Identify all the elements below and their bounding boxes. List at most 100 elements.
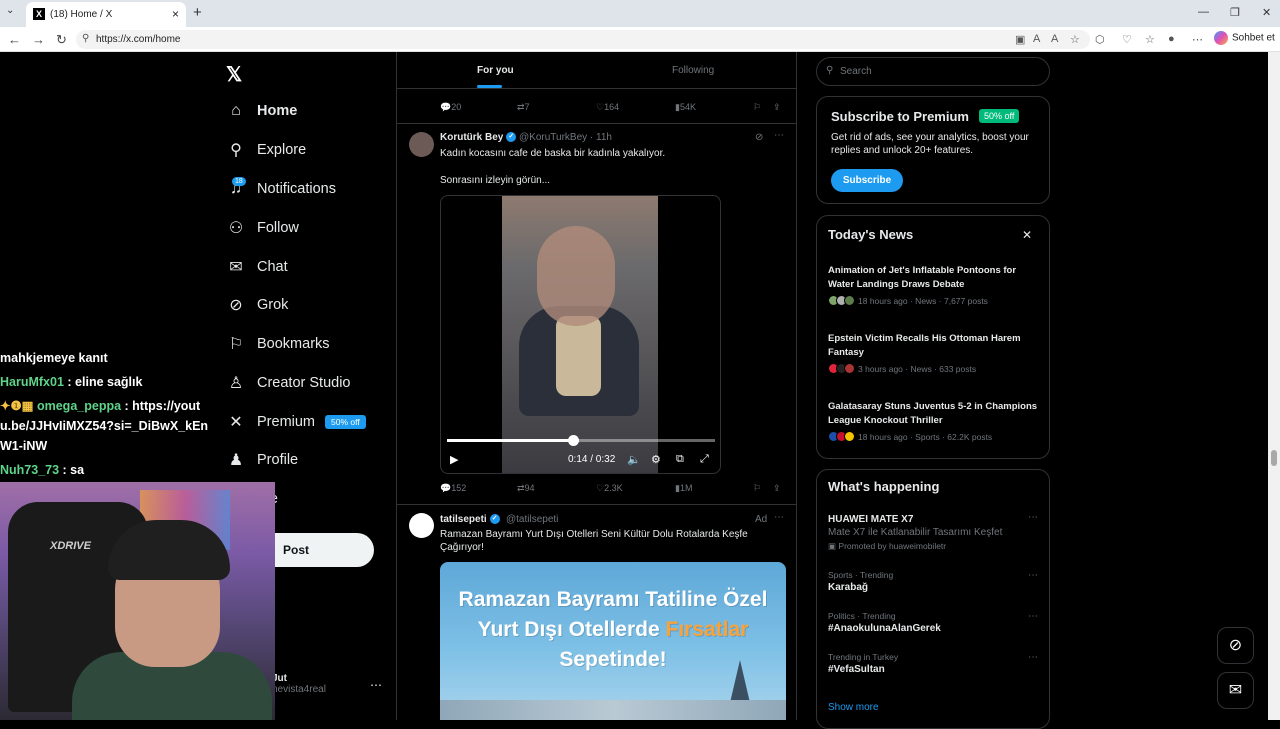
nav-premium[interactable]: ✕ Premium 50% off bbox=[225, 407, 366, 437]
news-item[interactable]: Animation of Jet's Inflatable Pontoons f… bbox=[828, 264, 1040, 306]
avatar[interactable] bbox=[409, 132, 434, 157]
favorites-icon[interactable]: ☆ bbox=[1145, 33, 1155, 46]
nav-follow[interactable]: ⚇ Follow bbox=[225, 213, 299, 243]
nav-explore[interactable]: ⚲ Explore bbox=[225, 135, 306, 165]
nav-chat[interactable]: ✉ Chat bbox=[225, 252, 287, 282]
search-input[interactable]: ⚲ Search bbox=[816, 57, 1050, 86]
like-button[interactable]: ♡ 2.3K bbox=[596, 483, 623, 494]
active-tab-indicator bbox=[477, 85, 502, 88]
show-more-link[interactable]: Show more bbox=[828, 702, 879, 713]
copilot-button[interactable]: Sohbet et bbox=[1214, 31, 1275, 45]
nav-home[interactable]: ⌂ Home bbox=[225, 96, 297, 126]
views-button[interactable]: ▮ 54K bbox=[675, 102, 696, 113]
account-switcher[interactable]: Jut nevista4real bbox=[272, 673, 326, 695]
news-item[interactable]: Epstein Victim Recalls His Ottoman Harem… bbox=[828, 332, 1040, 374]
minimize-icon[interactable]: — bbox=[1198, 6, 1209, 18]
account-more-icon[interactable]: ⋯ bbox=[370, 678, 382, 692]
views-count: 1M bbox=[679, 483, 693, 493]
video-scrub-handle[interactable] bbox=[567, 435, 579, 446]
more-icon[interactable]: ⋯ bbox=[774, 512, 784, 523]
news-meta: 18 hours ago · News · 7,677 posts bbox=[858, 295, 988, 306]
browser-tab[interactable]: X (18) Home / X × bbox=[26, 2, 186, 27]
bookmark-icon[interactable]: ⚐ bbox=[753, 102, 761, 113]
window-close-icon[interactable]: ✕ bbox=[1262, 6, 1271, 19]
tab-title: (18) Home / X bbox=[50, 9, 113, 20]
profile-avatar-icon[interactable]: ● bbox=[1168, 33, 1175, 45]
video-player[interactable]: ▶ 0:14 / 0:32 🔈 ⚙ ⧉ ⤢ bbox=[440, 195, 721, 474]
more-icon[interactable]: ⋯ bbox=[774, 130, 784, 141]
translate-icon[interactable]: A bbox=[1033, 33, 1040, 45]
news-item[interactable]: Galatasaray Stuns Juventus 5-2 in Champi… bbox=[828, 400, 1040, 442]
restore-icon[interactable]: ❐ bbox=[1230, 6, 1240, 19]
x-logo-icon[interactable]: 𝕏 bbox=[226, 62, 242, 87]
tweet-author[interactable]: tatilsepeti ✓ bbox=[440, 514, 500, 525]
share-icon[interactable]: ⇪ bbox=[773, 483, 781, 494]
trend-item[interactable]: Politics · Trending #AnaokulunaAlanGerek… bbox=[828, 611, 1040, 634]
more-icon[interactable]: ⋯ bbox=[1028, 652, 1038, 663]
ad-headline: Ramazan Bayramı Tatiline Özel bbox=[458, 588, 768, 611]
grok-icon[interactable]: ⊘ bbox=[755, 132, 763, 143]
settings-icon[interactable]: ⚙ bbox=[651, 453, 661, 466]
site-info-icon[interactable]: ⚲ bbox=[82, 33, 89, 44]
video-progress-bar[interactable] bbox=[447, 435, 715, 446]
subscribe-button[interactable]: Subscribe bbox=[831, 169, 903, 192]
picture-in-picture-icon[interactable]: ⧉ bbox=[676, 453, 684, 466]
more-icon[interactable]: ⋯ bbox=[1028, 512, 1038, 523]
nav-creator-studio[interactable]: ♙ Creator Studio bbox=[225, 368, 351, 398]
messages-fab-button[interactable]: ✉ bbox=[1217, 672, 1254, 709]
bookmark-icon[interactable]: ⚐ bbox=[753, 483, 761, 494]
tweet-handle[interactable]: @tatilsepeti bbox=[506, 514, 558, 525]
close-icon[interactable]: ✕ bbox=[1022, 228, 1032, 242]
trend-item[interactable]: HUAWEI MATE X7 Mate X7 ile Katlanabilir … bbox=[828, 512, 1040, 552]
grok-fab-button[interactable]: ⊘ bbox=[1217, 627, 1254, 664]
trend-item[interactable]: Sports · Trending Karabağ ⋯ bbox=[828, 570, 1040, 593]
repost-button[interactable]: ⇄ 7 bbox=[517, 102, 530, 113]
back-icon[interactable]: ← bbox=[8, 32, 21, 47]
post-button[interactable]: Post bbox=[275, 533, 374, 567]
volume-icon[interactable]: 🔈 bbox=[627, 453, 641, 466]
repost-button[interactable]: ⇄ 94 bbox=[517, 483, 535, 494]
scrollbar-thumb[interactable] bbox=[1271, 450, 1277, 466]
video-progress-fill bbox=[447, 439, 573, 442]
tweet-handle[interactable]: @KoruTurkBey · 11h bbox=[519, 132, 612, 143]
nav-profile[interactable]: ♟ Profile bbox=[225, 445, 298, 475]
read-aloud-icon[interactable]: A bbox=[1051, 33, 1058, 45]
new-tab-icon[interactable]: + bbox=[193, 4, 202, 21]
extensions-icon[interactable]: ⬡ bbox=[1095, 33, 1105, 46]
trend-item[interactable]: Trending in Turkey #VefaSultan ⋯ bbox=[828, 652, 1040, 675]
forward-icon[interactable]: → bbox=[32, 32, 45, 47]
more-icon[interactable]: ⋯ bbox=[1028, 570, 1038, 581]
search-placeholder: Search bbox=[840, 66, 872, 77]
reply-button[interactable]: 💬 20 bbox=[440, 102, 461, 113]
close-tab-icon[interactable]: × bbox=[172, 7, 179, 21]
notifications-badge: 18 bbox=[232, 177, 246, 186]
page-scrollbar[interactable] bbox=[1268, 52, 1280, 720]
divider bbox=[397, 504, 796, 505]
fullscreen-icon[interactable]: ⤢ bbox=[700, 453, 709, 466]
happening-title: What's happening bbox=[828, 479, 940, 494]
premium-card: Subscribe to Premium 50% off Get rid of … bbox=[816, 96, 1050, 204]
tweet-author[interactable]: Korutürk Bey ✓ bbox=[440, 132, 517, 143]
reload-icon[interactable]: ↻ bbox=[56, 32, 67, 48]
browser-menu-icon[interactable]: ⋯ bbox=[1192, 33, 1203, 46]
nav-bookmarks[interactable]: ⚐ Bookmarks bbox=[225, 329, 330, 359]
more-icon[interactable]: ⋯ bbox=[1028, 611, 1038, 622]
ad-image[interactable]: Ramazan Bayramı Tatiline Özel Yurt Dışı … bbox=[440, 562, 786, 720]
nav-grok[interactable]: ⊘ Grok bbox=[225, 290, 288, 320]
url-field[interactable]: ⚲ https://x.com/home bbox=[76, 30, 1090, 49]
play-icon[interactable]: ▶ bbox=[450, 453, 458, 466]
share-icon[interactable]: ⇪ bbox=[773, 102, 781, 113]
like-button[interactable]: ♡ 164 bbox=[596, 102, 619, 113]
app-icon[interactable]: ▣ bbox=[1015, 33, 1025, 46]
tab-following[interactable]: Following bbox=[672, 65, 714, 76]
news-headline: Animation of Jet's Inflatable Pontoons f… bbox=[828, 265, 1017, 290]
reply-button[interactable]: 💬 152 bbox=[440, 483, 466, 494]
views-button[interactable]: ▮ 1M bbox=[675, 483, 692, 494]
trend-category: Sports · Trending bbox=[828, 570, 894, 580]
performance-icon[interactable]: ♡ bbox=[1122, 33, 1132, 46]
favorite-star-icon[interactable]: ☆ bbox=[1070, 33, 1080, 46]
tab-list-icon[interactable]: ⌄ bbox=[6, 5, 14, 16]
tab-for-you[interactable]: For you bbox=[477, 65, 514, 76]
avatar[interactable] bbox=[409, 513, 434, 538]
premium-title: Subscribe to Premium bbox=[831, 109, 969, 124]
